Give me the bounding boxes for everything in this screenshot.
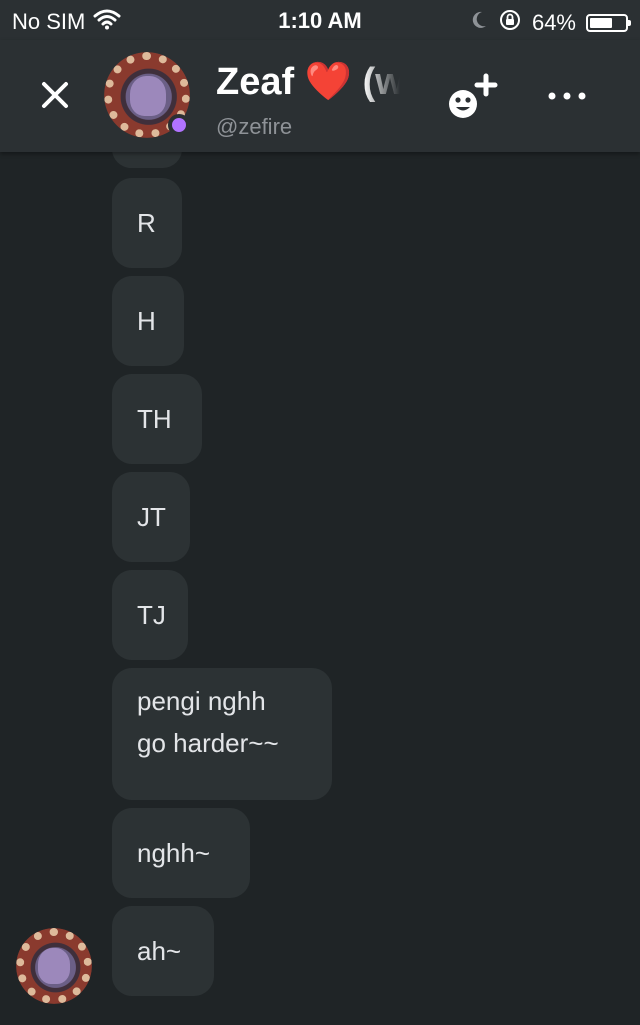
message-text: nghh~ xyxy=(137,838,211,868)
status-bar: No SIM 1:10 AM 64% xyxy=(0,0,640,40)
close-icon xyxy=(42,82,68,108)
message-bubble[interactable]: ah~ xyxy=(112,906,214,996)
message-text: TJ xyxy=(137,600,166,630)
message-bubble[interactable]: TH xyxy=(112,374,202,464)
message-text-line: go harder~~ xyxy=(137,728,279,758)
display-name[interactable]: Zeaf ❤️ (w xyxy=(216,60,400,106)
message-text: JT xyxy=(137,502,166,532)
close-button[interactable] xyxy=(34,74,78,118)
message-list[interactable]: R H TH JT TJ pengi nghh go harder~~ nghh… xyxy=(0,152,640,1025)
avatar xyxy=(16,928,92,1004)
username: @zefire xyxy=(216,114,293,139)
orientation-lock-icon xyxy=(498,8,522,38)
add-friend-icon xyxy=(449,73,498,118)
message-bubble[interactable]: pengi nghh go harder~~ xyxy=(112,668,332,800)
message-text: TH xyxy=(137,404,172,434)
dm-header: Zeaf ❤️ (w @zefire xyxy=(0,40,640,152)
online-status-dot xyxy=(168,114,190,136)
avatar-border xyxy=(16,928,92,1004)
message-bubble[interactable] xyxy=(112,152,182,168)
message-bubble[interactable]: H xyxy=(112,276,184,366)
battery-percent: 64% xyxy=(531,10,576,35)
header-avatar[interactable] xyxy=(104,52,192,140)
message-bubble[interactable]: TJ xyxy=(112,570,188,660)
moon-icon xyxy=(470,10,488,36)
message-text-line: pengi nghh xyxy=(137,686,266,716)
status-right: 64% xyxy=(470,8,631,38)
battery-fill xyxy=(590,18,612,28)
add-friend-button[interactable] xyxy=(444,70,500,122)
message-text: H xyxy=(137,306,156,336)
battery-icon xyxy=(586,14,631,32)
message-text: R xyxy=(137,208,156,238)
message-bubble[interactable]: R xyxy=(112,178,182,268)
message-avatar[interactable] xyxy=(16,928,94,1006)
message-bubble[interactable]: nghh~ xyxy=(112,808,250,898)
message-bubble[interactable]: JT xyxy=(112,472,190,562)
message-text: ah~ xyxy=(137,936,182,966)
more-icon xyxy=(548,92,586,100)
more-options-button[interactable] xyxy=(542,78,592,114)
